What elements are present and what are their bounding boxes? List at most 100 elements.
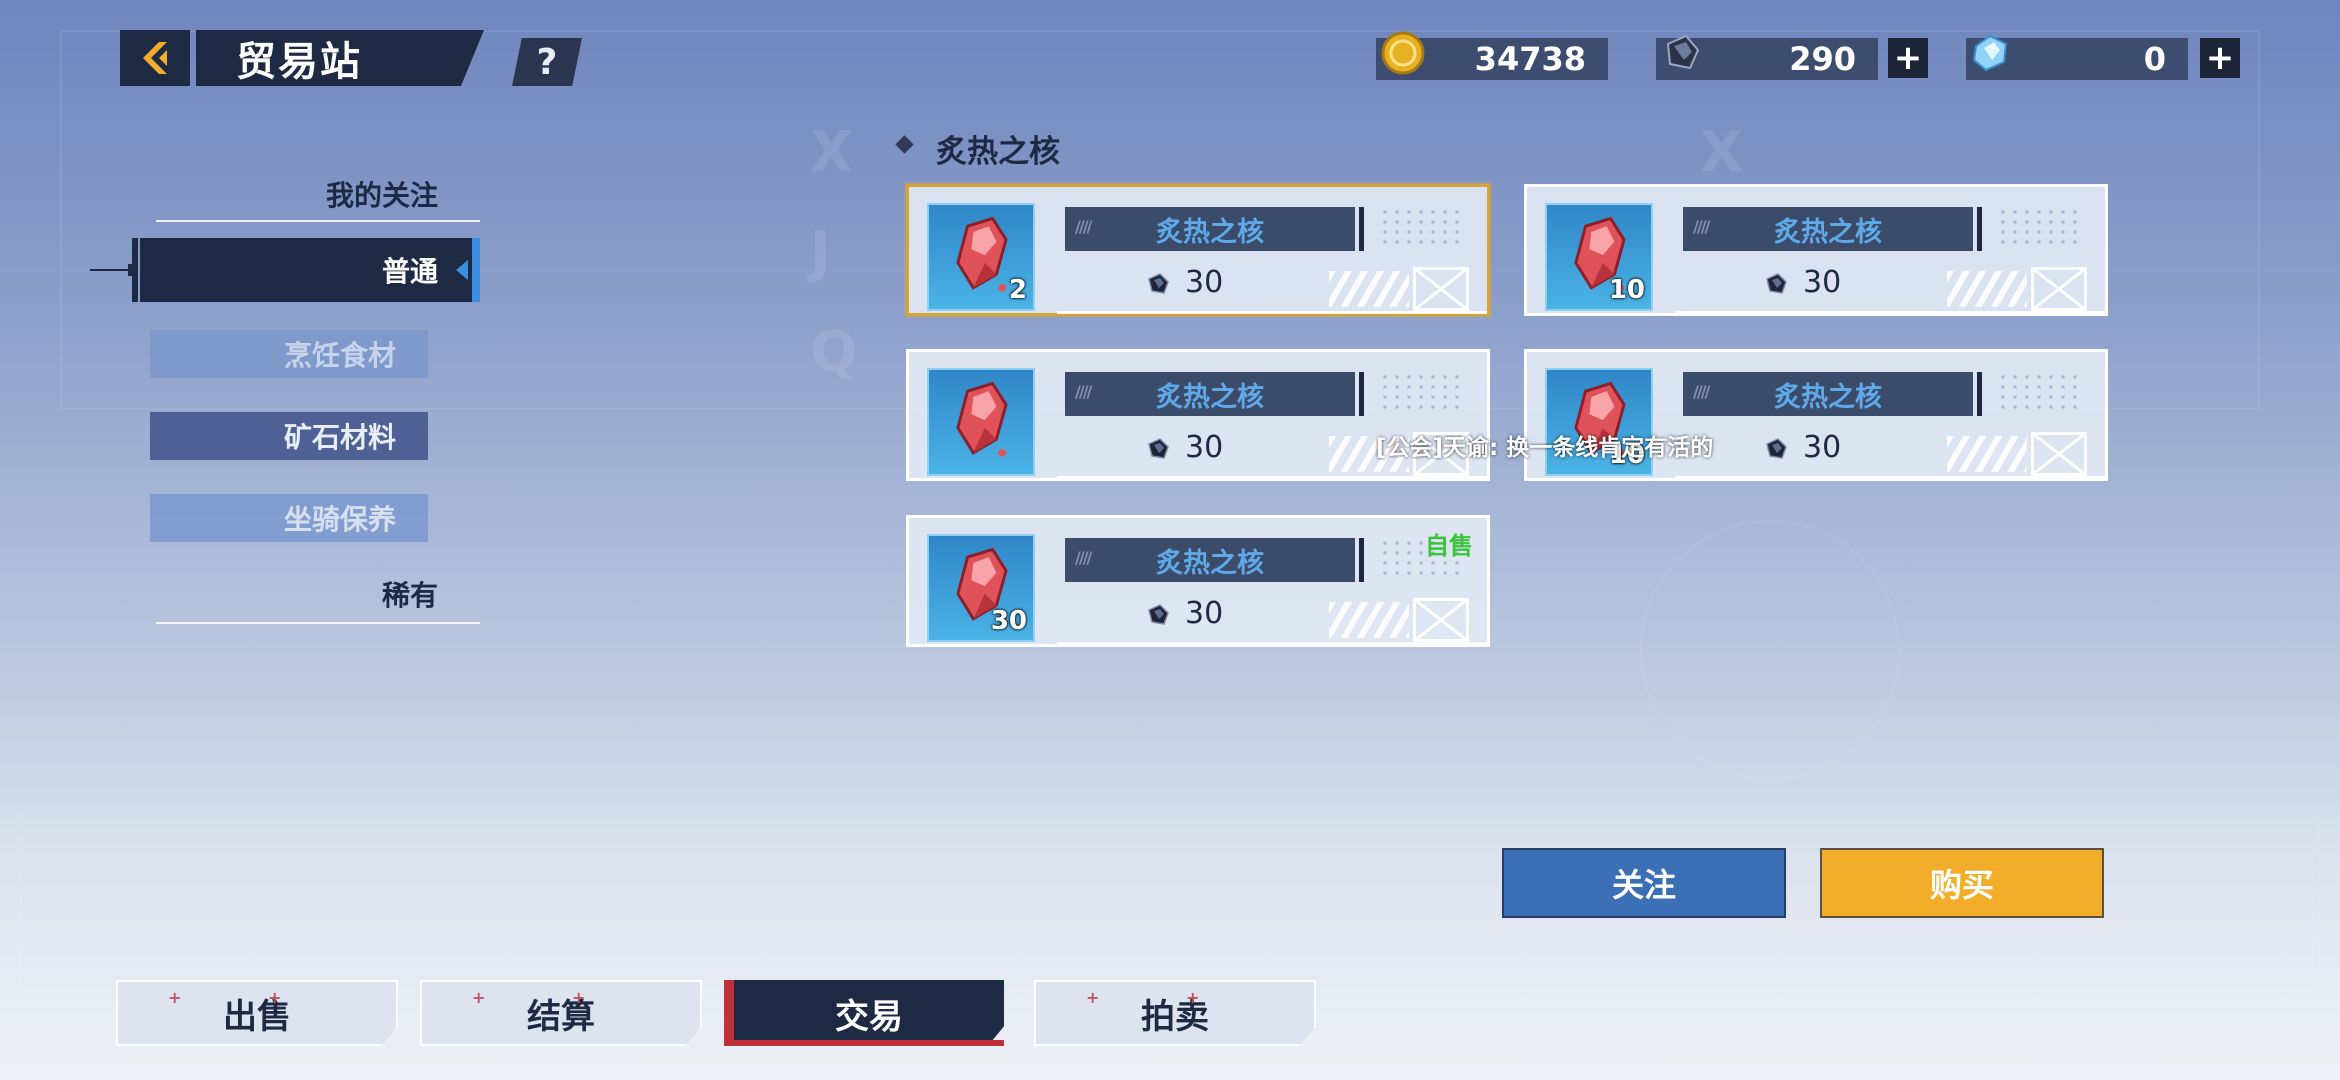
item-name-bar: //// 炙热之核 xyxy=(1683,372,1973,416)
item-price: 30 xyxy=(1803,430,1842,465)
active-tab-underline xyxy=(734,1040,1004,1046)
namebar-end xyxy=(1359,207,1364,251)
active-tab-indicator xyxy=(724,980,734,1046)
sidebar-common-label: 普通 xyxy=(381,255,438,288)
tab-deco: + xyxy=(1186,988,1200,1007)
red-crystal-icon xyxy=(956,381,1008,457)
namebar-end xyxy=(1359,538,1364,582)
item-quantity: 30 xyxy=(990,606,1027,636)
tab-sell[interactable]: + 出售 + xyxy=(116,980,398,1046)
tab-deco: + xyxy=(572,988,586,1007)
item-price: 30 xyxy=(1185,265,1224,300)
blue-crystal-icon xyxy=(1972,34,2008,72)
crystal-currency-value: 290 xyxy=(1789,40,1856,78)
item-name-bar: //// 炙热之核 xyxy=(1065,372,1355,416)
namebar-deco: //// xyxy=(1693,217,1710,236)
namebar-end xyxy=(1359,372,1364,416)
item-thumbnail: 30 xyxy=(927,534,1035,642)
empty-box-icon xyxy=(2031,267,2087,311)
item-name-bar: //// 炙热之核 xyxy=(1065,207,1355,251)
tab-auction[interactable]: + 拍卖 + xyxy=(1034,980,1316,1046)
empty-box-icon xyxy=(1413,267,1469,311)
page-title: 贸易站 xyxy=(236,39,362,85)
listing-card[interactable]: 30 //// 炙热之核 30 自售 xyxy=(906,515,1490,647)
item-price: 30 xyxy=(1803,265,1842,300)
dot-pattern xyxy=(1379,207,1459,247)
namebar-end xyxy=(1977,207,1982,251)
sidebar-item-ore[interactable]: 矿石材料 xyxy=(150,412,428,460)
divider xyxy=(156,622,480,624)
dark-crystal-icon xyxy=(1766,273,1787,294)
category-title: 炙热之核 xyxy=(936,134,1060,170)
namebar-deco: //// xyxy=(1075,217,1092,236)
active-arrow-icon xyxy=(456,260,468,280)
empty-box-icon xyxy=(1413,598,1469,642)
tab-deco: + xyxy=(472,988,486,1007)
namebar-end xyxy=(1977,372,1982,416)
item-name: 炙热之核 xyxy=(1774,381,1882,413)
item-price: 30 xyxy=(1185,430,1224,465)
self-sell-badge: 自售 xyxy=(1425,532,1473,560)
price-underline xyxy=(1057,311,1487,314)
add-diamond-button[interactable]: + xyxy=(2200,38,2240,78)
back-arrow-icon xyxy=(143,42,167,74)
price-underline xyxy=(1675,476,2105,479)
tab-deco: + xyxy=(268,988,282,1007)
sidebar-item-mount[interactable]: 坐骑保养 xyxy=(150,494,428,542)
back-button[interactable] xyxy=(120,30,190,86)
gold-coin-icon xyxy=(1381,31,1425,75)
item-quantity: 2 xyxy=(1008,275,1027,305)
namebar-deco: //// xyxy=(1075,382,1092,401)
tab-settle[interactable]: + 结算 + xyxy=(420,980,702,1046)
active-leftbar xyxy=(132,238,138,302)
dark-crystal-icon xyxy=(1148,438,1169,459)
dark-crystal-icon xyxy=(1666,34,1700,70)
help-button[interactable]: ? xyxy=(512,38,582,86)
item-quantity: 10 xyxy=(1608,275,1645,305)
diamond-currency-value: 0 xyxy=(2143,40,2166,78)
sidebar-favorites[interactable]: 我的关注 xyxy=(158,174,438,214)
item-name-bar: //// 炙热之核 xyxy=(1683,207,1973,251)
sidebar-item-label: 烹饪食材 xyxy=(283,339,396,372)
item-thumbnail xyxy=(927,368,1035,476)
stripe-deco xyxy=(1947,271,2027,307)
item-name: 炙热之核 xyxy=(1156,381,1264,413)
sidebar-common-tab[interactable]: 普通 xyxy=(132,238,480,302)
active-accent xyxy=(472,238,480,302)
tab-trade[interactable]: 交易 xyxy=(734,980,1004,1046)
sidebar-item-label: 坐骑保养 xyxy=(283,503,396,536)
listing-card[interactable]: 2 //// 炙热之核 30 xyxy=(906,184,1490,316)
chat-message: [公会]天谕: 换一条线肯定有活的 xyxy=(1376,435,1714,461)
gold-currency-value: 34738 xyxy=(1474,40,1586,78)
item-name-bar: //// 炙热之核 xyxy=(1065,538,1355,582)
price-underline xyxy=(1675,311,2105,314)
item-name: 炙热之核 xyxy=(1156,216,1264,248)
dark-crystal-icon xyxy=(1148,273,1169,294)
follow-button[interactable]: 关注 xyxy=(1502,848,1786,918)
buy-button[interactable]: 购买 xyxy=(1820,848,2104,918)
page-title-bar: 贸易站 xyxy=(196,30,484,86)
price-underline xyxy=(1057,476,1487,479)
item-name: 炙热之核 xyxy=(1774,216,1882,248)
item-thumbnail: 2 xyxy=(927,203,1035,311)
tab-deco: + xyxy=(168,988,182,1007)
tab-deco: + xyxy=(1086,988,1100,1007)
stripe-deco xyxy=(1329,271,1409,307)
dark-crystal-icon xyxy=(1766,438,1787,459)
item-price: 30 xyxy=(1185,596,1224,631)
dot-pattern xyxy=(1379,372,1459,412)
listing-card[interactable]: 10 //// 炙热之核 30 xyxy=(1524,184,2108,316)
bg-decoration xyxy=(1640,520,1900,780)
empty-box-icon xyxy=(2031,432,2087,476)
add-crystal-button[interactable]: + xyxy=(1888,38,1928,78)
sidebar-item-label: 矿石材料 xyxy=(283,421,396,454)
item-thumbnail: 10 xyxy=(1545,203,1653,311)
sidebar-item-cooking[interactable]: 烹饪食材 xyxy=(150,330,428,378)
sidebar-rare[interactable]: 稀有 xyxy=(158,574,438,614)
stripe-deco xyxy=(1329,602,1409,638)
item-name: 炙热之核 xyxy=(1156,547,1264,579)
price-underline xyxy=(1057,642,1487,645)
dark-crystal-icon xyxy=(1148,604,1169,625)
tab-label: 交易 xyxy=(835,996,903,1037)
dot-pattern xyxy=(1997,372,2077,412)
